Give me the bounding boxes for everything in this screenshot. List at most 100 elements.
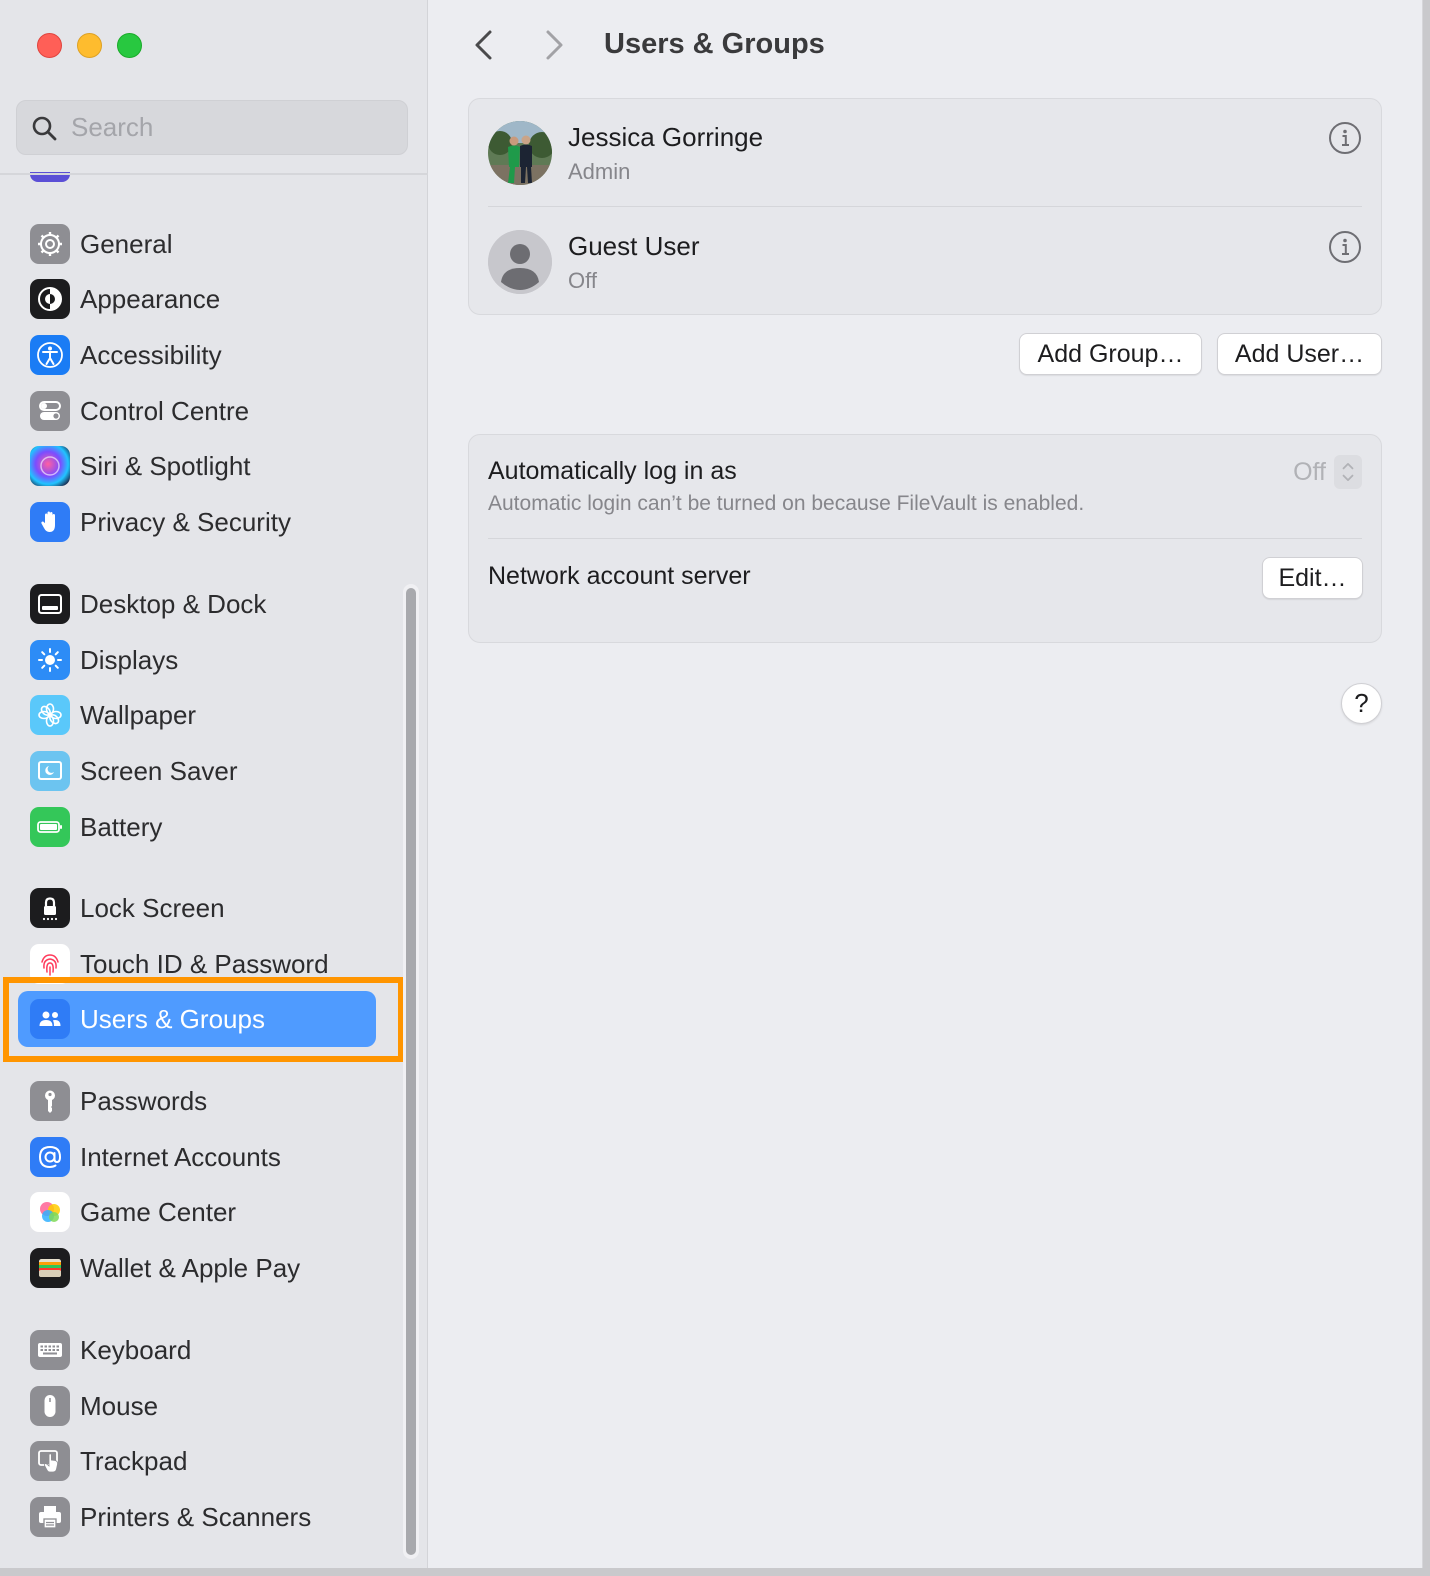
user-role: Off — [568, 267, 597, 293]
sidebar-item-label: Battery — [80, 811, 163, 842]
sidebar-item-passwords[interactable]: Passwords — [18, 1073, 376, 1129]
sidebar-item-displays[interactable]: Displays — [18, 632, 376, 688]
scrollbar-thumb[interactable] — [406, 588, 416, 1555]
close-button[interactable] — [37, 33, 62, 58]
users-list: Jessica Gorringe Admin Guest User Off — [468, 98, 1382, 315]
sidebar-item-internet-accounts[interactable]: Internet Accounts — [18, 1129, 376, 1185]
sidebar-item-label: Lock Screen — [80, 892, 225, 923]
siri-icon — [30, 446, 70, 486]
user-name: Guest User — [568, 230, 700, 261]
appearance-icon — [30, 279, 70, 319]
mouse-icon — [30, 1386, 70, 1426]
sidebar-item-wallpaper[interactable]: Wallpaper — [18, 687, 376, 743]
sidebar-item-mouse[interactable]: Mouse — [18, 1378, 376, 1434]
sidebar-item-wallet-apple-pay[interactable]: Wallet & Apple Pay — [18, 1240, 376, 1296]
auto-login-popup[interactable]: Off — [1293, 455, 1362, 489]
sidebar-item-battery[interactable]: Battery — [18, 799, 376, 855]
flower-icon — [30, 695, 70, 735]
auto-login-label: Automatically log in as — [488, 457, 737, 485]
sidebar-item-trackpad[interactable]: Trackpad — [18, 1433, 376, 1489]
add-group-button[interactable]: Add Group… — [1019, 333, 1202, 375]
search-field[interactable] — [16, 100, 408, 155]
guest-avatar — [488, 230, 552, 294]
user-role: Admin — [568, 158, 631, 184]
sidebar-item-desktop-dock[interactable]: Desktop & Dock — [18, 576, 376, 632]
user-name: Jessica Gorringe — [568, 121, 764, 152]
add-user-button[interactable]: Add User… — [1217, 333, 1382, 375]
window-controls — [37, 33, 142, 58]
sidebar-item-label: Trackpad — [80, 1445, 188, 1476]
selection-highlight-annotation — [3, 977, 404, 1062]
sidebar-item-label: Printers & Scanners — [80, 1501, 312, 1532]
chevron-up-down-icon — [1334, 455, 1362, 489]
sidebar-item-label: Internet Accounts — [80, 1141, 281, 1172]
hand-icon — [30, 502, 70, 542]
sidebar-item-label: Game Center — [80, 1196, 237, 1227]
dock-icon — [30, 584, 70, 624]
key-icon — [30, 1081, 70, 1121]
info-icon[interactable] — [1328, 230, 1362, 264]
screen-saver-icon — [30, 751, 70, 791]
user-row-guest[interactable]: Guest User Off — [488, 208, 1362, 316]
sidebar-item-label: Mouse — [80, 1390, 159, 1421]
row-divider — [488, 206, 1362, 207]
minimize-button[interactable] — [77, 33, 102, 58]
printer-icon — [30, 1497, 70, 1537]
sidebar-item-general[interactable]: General — [18, 216, 376, 272]
sidebar-item-label: Privacy & Security — [80, 506, 291, 537]
trackpad-icon — [30, 1441, 70, 1481]
sidebar-item-label: Desktop & Dock — [80, 588, 267, 619]
sidebar-item-label: Accessibility — [80, 339, 222, 370]
sidebar-item-label: Siri & Spotlight — [80, 450, 251, 481]
sidebar-item-label: Displays — [80, 644, 179, 675]
sidebar-item-privacy-security[interactable]: Privacy & Security — [18, 494, 376, 550]
zoom-button[interactable] — [117, 33, 142, 58]
sidebar-item-label: Keyboard — [80, 1334, 192, 1365]
control-centre-icon — [30, 391, 70, 431]
sidebar-item-label: Passwords — [80, 1085, 208, 1116]
sidebar-item-label: Screen Saver — [80, 755, 238, 786]
row-divider — [488, 538, 1362, 539]
sidebar-item-accessibility[interactable]: Accessibility — [18, 327, 376, 383]
auto-login-value: Off — [1293, 457, 1326, 486]
system-settings-window: General Appearance Accessibility Control… — [0, 0, 1423, 1568]
gear-icon — [30, 224, 70, 264]
sidebar-divider — [0, 173, 428, 175]
user-photo-avatar — [488, 121, 552, 185]
search-input[interactable] — [71, 112, 371, 143]
help-button[interactable]: ? — [1341, 683, 1382, 724]
search-icon — [32, 116, 57, 140]
sidebar-item-keyboard[interactable]: Keyboard — [18, 1322, 376, 1378]
battery-icon — [30, 807, 70, 847]
sidebar-scrollbar[interactable] — [403, 584, 419, 1559]
wallet-icon — [30, 1248, 70, 1288]
game-center-icon — [30, 1192, 70, 1232]
edit-button[interactable]: Edit… — [1262, 557, 1363, 599]
back-arrow-icon[interactable] — [469, 28, 499, 62]
sidebar-item-label: Wallpaper — [80, 699, 197, 730]
auto-login-description: Automatic login can’t be turned on becau… — [488, 492, 1085, 515]
sidebar-item-control-centre[interactable]: Control Centre — [18, 383, 376, 439]
at-icon — [30, 1137, 70, 1177]
sidebar-item-screen-saver[interactable]: Screen Saver — [18, 743, 376, 799]
forward-arrow-icon[interactable] — [539, 28, 569, 62]
accessibility-icon — [30, 335, 70, 375]
sidebar-item-siri-spotlight[interactable]: Siri & Spotlight — [18, 438, 376, 494]
info-icon[interactable] — [1328, 121, 1362, 155]
sidebar-item-label: Appearance — [80, 283, 221, 314]
sidebar-item-lock-screen[interactable]: Lock Screen — [18, 880, 376, 936]
sidebar-item-label: Touch ID & Password — [80, 948, 329, 979]
sidebar-item-label: Wallet & Apple Pay — [80, 1252, 301, 1283]
keyboard-icon — [30, 1330, 70, 1370]
page-title: Users & Groups — [604, 28, 825, 60]
sidebar-item-printers-scanners[interactable]: Printers & Scanners — [18, 1489, 376, 1545]
network-server-label: Network account server — [488, 562, 751, 590]
sidebar-item-appearance[interactable]: Appearance — [18, 271, 376, 327]
sidebar-item-label: General — [80, 228, 173, 259]
sidebar-item-game-center[interactable]: Game Center — [18, 1184, 376, 1240]
sun-icon — [30, 640, 70, 680]
lock-icon — [30, 888, 70, 928]
login-settings: Automatically log in as Automatic login … — [468, 434, 1382, 643]
sidebar: General Appearance Accessibility Control… — [0, 0, 428, 1568]
user-row-admin[interactable]: Jessica Gorringe Admin — [488, 99, 1362, 207]
